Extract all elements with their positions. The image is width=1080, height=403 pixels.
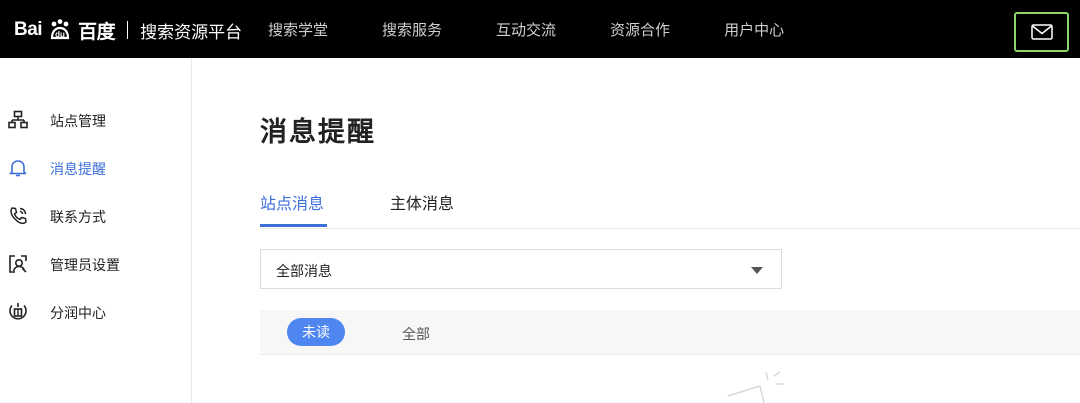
sidebar-item-label: 管理员设置 (50, 257, 120, 273)
filter-unread-button[interactable]: 未读 (287, 318, 345, 346)
sidebar-item-message-alerts[interactable]: 消息提醒 (0, 156, 190, 180)
share-icon (9, 303, 27, 320)
sidebar-item-admin-settings[interactable]: 管理员设置 (0, 252, 190, 276)
top-nav: 搜索学堂 搜索服务 互动交流 资源合作 用户中心 (268, 0, 838, 58)
sitemap-icon (8, 110, 28, 129)
logo-text-baidu: 百度 (78, 21, 116, 43)
sidebar-item-label: 联系方式 (50, 209, 106, 225)
nav-item-learning[interactable]: 搜索学堂 (268, 19, 328, 40)
select-value: 全部消息 (276, 263, 332, 279)
page-title: 消息提醒 (260, 117, 376, 147)
message-type-select[interactable]: 全部消息 (260, 249, 782, 289)
filter-all-button[interactable]: 全部 (402, 324, 430, 344)
phone-icon (10, 207, 27, 225)
sidebar: 站点管理 消息提醒 联系方式 管理员设置 分润中心 (0, 58, 192, 403)
sidebar-item-contact[interactable]: 联系方式 (0, 204, 190, 228)
nav-item-user-center[interactable]: 用户中心 (724, 19, 784, 40)
top-bar: Bai du 百度 搜索资源平台 搜索学堂 搜索服务 互动交流 资源合作 用户中… (0, 0, 1080, 58)
tab-entity-messages[interactable]: 主体消息 (390, 190, 454, 214)
sidebar-item-label: 分润中心 (50, 305, 106, 321)
platform-title: 搜索资源平台 (140, 22, 243, 42)
message-tabs: 站点消息 主体消息 (260, 190, 1080, 229)
baidu-logo[interactable]: Bai du 百度 搜索资源平台 (14, 16, 242, 44)
paw-icon: du (50, 19, 70, 40)
sidebar-item-label: 站点管理 (50, 113, 106, 129)
svg-text:du: du (55, 30, 65, 39)
sidebar-item-site-management[interactable]: 站点管理 (0, 108, 190, 132)
nav-item-community[interactable]: 互动交流 (496, 19, 556, 40)
chevron-down-icon (751, 267, 763, 274)
nav-item-cooperation[interactable]: 资源合作 (610, 19, 670, 40)
logo-text-bai: Bai (14, 19, 43, 40)
logo-divider (127, 21, 129, 39)
sidebar-item-revenue-share[interactable]: 分润中心 (0, 300, 190, 324)
tab-active-indicator (260, 224, 327, 227)
admin-icon (9, 255, 27, 273)
nav-item-services[interactable]: 搜索服务 (382, 19, 442, 40)
tab-site-messages[interactable]: 站点消息 (260, 190, 324, 214)
mail-button[interactable] (1014, 12, 1069, 52)
bell-icon (9, 160, 27, 177)
mail-icon (1030, 24, 1053, 40)
sidebar-item-label: 消息提醒 (50, 161, 106, 177)
empty-state-icon (727, 371, 784, 403)
filter-bar: 未读 全部 (260, 310, 1080, 355)
